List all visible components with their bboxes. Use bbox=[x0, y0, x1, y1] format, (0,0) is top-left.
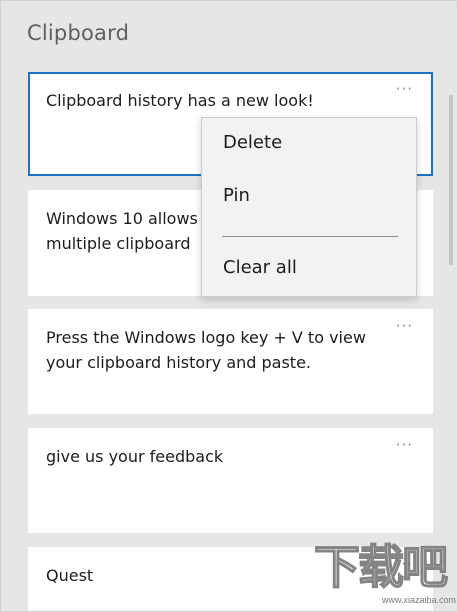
menu-item-clear-all[interactable]: Clear all bbox=[223, 257, 297, 278]
menu-item-pin[interactable]: Pin bbox=[223, 185, 250, 206]
clipboard-item-4[interactable]: give us your feedback ··· bbox=[28, 428, 433, 533]
watermark-logo: 下载吧 www.xiazaiba.com bbox=[313, 540, 457, 607]
watermark-url: www.xiazaiba.com bbox=[382, 595, 457, 605]
menu-item-delete[interactable]: Delete bbox=[223, 132, 282, 153]
more-options-icon[interactable]: ··· bbox=[396, 438, 413, 453]
panel-title: Clipboard bbox=[27, 21, 130, 45]
more-options-icon[interactable]: ··· bbox=[396, 82, 413, 97]
scrollbar-thumb[interactable] bbox=[449, 95, 453, 265]
clipboard-item-text: Clipboard history has a new look! bbox=[46, 91, 314, 110]
context-menu: Delete Pin Clear all bbox=[201, 117, 417, 297]
watermark-chars: 下载吧 bbox=[313, 540, 449, 594]
menu-separator bbox=[222, 236, 398, 237]
clipboard-item-3[interactable]: Press the Windows logo key + V to view y… bbox=[28, 309, 433, 414]
clipboard-item-text: Press the Windows logo key + V to view y… bbox=[46, 328, 366, 372]
clipboard-item-text: give us your feedback bbox=[46, 447, 224, 466]
more-options-icon[interactable]: ··· bbox=[396, 319, 413, 334]
clipboard-item-text: Windows 10 allows multiple clipboard bbox=[46, 209, 198, 253]
clipboard-panel: Clipboard Clipboard history has a new lo… bbox=[0, 0, 458, 612]
